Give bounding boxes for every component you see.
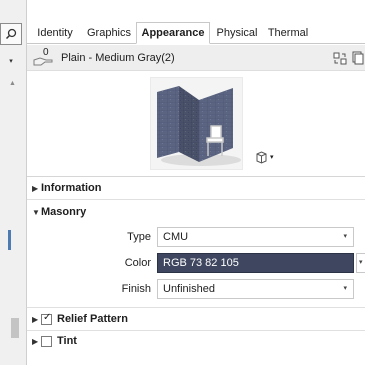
tab-bar: Identity Graphics Appearance Physical Th… [27, 20, 365, 44]
chevron-down-icon: ▾ [343, 285, 347, 292]
relief-pattern-checkbox[interactable]: ✓ [41, 311, 52, 325]
tab-identity[interactable]: Identity [31, 23, 79, 44]
chevron-down-icon: ▾ [359, 259, 363, 266]
chevron-down-icon: ▾ [343, 233, 347, 240]
asset-name: Plain - Medium Gray(2) [61, 52, 175, 64]
duplicate-asset-button[interactable] [352, 51, 364, 65]
section-masonry-label: Masonry [41, 206, 87, 218]
expand-arrow-icon[interactable]: ▶ [27, 315, 41, 324]
scene-cube-icon [256, 150, 267, 164]
finish-value: Unfinished [163, 283, 215, 295]
color-label: Color [124, 257, 151, 269]
usage-count: 0 [43, 47, 49, 58]
tab-graphics[interactable]: Graphics [83, 23, 135, 44]
left-panel-strip: ▾ ▲ [0, 0, 27, 365]
section-relief-pattern-label: Relief Pattern [57, 313, 128, 325]
swap-icon [333, 52, 347, 65]
tab-physical[interactable]: Physical [213, 23, 261, 44]
expand-arrow-icon[interactable]: ▶ [27, 184, 41, 193]
asset-header: 0 Plain - Medium Gray(2) [27, 45, 365, 71]
checkmark-icon: ✓ [43, 311, 52, 323]
expand-arrow-icon[interactable]: ▶ [27, 337, 41, 346]
section-tint[interactable]: ▶ Tint [27, 331, 365, 351]
color-options-button[interactable]: ▾ [356, 253, 365, 273]
tint-checkbox[interactable] [41, 335, 52, 347]
type-label: Type [127, 231, 151, 243]
duplicate-icon [352, 51, 364, 65]
preview-options-button[interactable]: ▾ [255, 149, 279, 165]
section-information-label: Information [41, 182, 102, 194]
tab-thermal[interactable]: Thermal [265, 23, 311, 44]
section-rule [27, 199, 365, 200]
finish-select[interactable]: Unfinished ▾ [157, 279, 354, 299]
chevron-down-icon: ▾ [270, 154, 274, 161]
scroll-up-icon[interactable]: ▲ [9, 80, 16, 87]
preview-divider [27, 176, 365, 177]
left-scrollbar-thumb[interactable] [11, 318, 19, 338]
collapse-arrow-icon[interactable]: ▼ [27, 208, 41, 217]
replace-asset-button[interactable] [333, 52, 347, 65]
color-swatch-field[interactable]: RGB 73 82 105 [157, 253, 354, 273]
material-preview-swatch [150, 77, 243, 170]
search-button[interactable] [0, 23, 22, 45]
color-value: RGB 73 82 105 [163, 257, 239, 269]
section-tint-label: Tint [57, 335, 77, 347]
section-rule [27, 307, 365, 308]
section-masonry[interactable]: ▼ Masonry [27, 202, 365, 222]
left-dropdown-button[interactable]: ▾ [0, 47, 22, 75]
finish-label: Finish [121, 283, 151, 295]
asset-usage-indicator: 0 [32, 47, 54, 67]
cmu-wall-preview-image [151, 78, 242, 169]
tab-appearance[interactable]: Appearance [136, 22, 210, 44]
type-value: CMU [163, 231, 189, 243]
section-information[interactable]: ▶ Information [27, 178, 365, 198]
type-select[interactable]: CMU ▾ [157, 227, 354, 247]
material-preview-area: ▾ [27, 71, 365, 176]
search-icon [5, 28, 17, 40]
left-selection-marker [8, 230, 11, 250]
chevron-down-icon: ▾ [9, 58, 13, 65]
section-relief-pattern[interactable]: ▶ ✓ Relief Pattern [27, 309, 365, 329]
